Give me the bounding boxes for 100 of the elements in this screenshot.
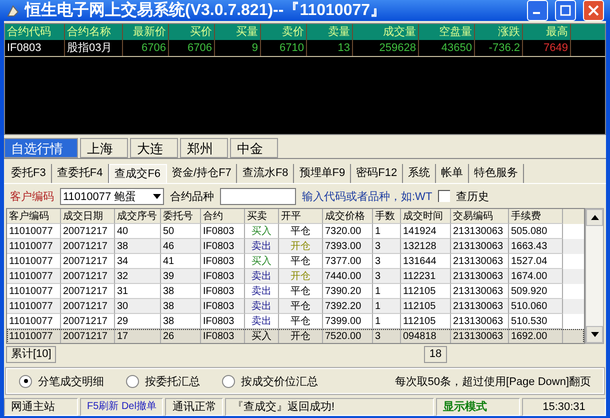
close-button[interactable] (583, 0, 604, 21)
table-cell: 7393.00 (323, 239, 373, 254)
market-tab[interactable]: 自选行情 (4, 138, 78, 158)
table-cell: 11010077 (7, 329, 61, 343)
column-header[interactable]: 买卖 (245, 209, 279, 224)
scroll-down-icon (590, 332, 598, 337)
table-cell: 11010077 (7, 299, 61, 314)
table-cell: IF0803 (201, 329, 245, 343)
quote-cell: 13 (307, 40, 353, 56)
market-tab[interactable]: 上海 (80, 138, 128, 158)
column-header[interactable]: 委托号 (161, 209, 201, 224)
column-header[interactable]: 成交价格 (323, 209, 373, 224)
customer-dropdown[interactable]: 11010077 鲍蛋 (60, 188, 164, 204)
market-tab[interactable]: 郑州 (180, 138, 228, 158)
trade-row[interactable]: 11010077 20071217 38 46 IF0803 卖出 开仓 7393.00 3 132128 213130063 1663.43 (7, 239, 584, 254)
column-header[interactable]: 客户编码 (7, 209, 61, 224)
customer-label: 客户编码 (10, 190, 54, 204)
function-tab[interactable]: 密码F12 (351, 164, 404, 183)
status-mode: 显示模式 (436, 398, 520, 416)
table-cell: 平仓 (279, 299, 323, 314)
close-icon (588, 5, 599, 16)
function-tab[interactable]: 查成交F6 (108, 164, 167, 183)
table-cell: IF0803 (201, 299, 245, 314)
mode-radio[interactable]: 按委托汇总 (126, 374, 200, 388)
trade-row[interactable]: 11010077 20071217 30 38 IF0803 卖出 平仓 7392.20 1 112105 213130063 510.060 (7, 299, 584, 314)
table-cell: 卖出 (245, 299, 279, 314)
function-tab[interactable]: 预埋单F9 (294, 164, 352, 183)
function-tab[interactable]: 特色服务 (469, 164, 524, 183)
quote-header: 涨跌 (475, 24, 523, 40)
minimize-button[interactable] (527, 0, 548, 21)
table-cell: 32 (115, 269, 161, 284)
market-tab[interactable]: 大连 (130, 138, 178, 158)
table-cell: IF0803 (201, 269, 245, 284)
table-cell: 1674.00 (509, 269, 563, 284)
table-cell: 7392.20 (323, 299, 373, 314)
function-tab[interactable]: 委托F3 (6, 164, 52, 183)
quote-cell: -736.2 (475, 40, 523, 56)
column-header[interactable]: 手数 (373, 209, 401, 224)
scrollbar[interactable] (585, 208, 604, 344)
column-header[interactable]: 成交时间 (401, 209, 451, 224)
quote-cell: IF0803 (5, 40, 65, 56)
table-cell: 510.060 (509, 299, 563, 314)
table-cell: 开仓 (279, 269, 323, 284)
table-cell: 11010077 (7, 239, 61, 254)
app-icon (6, 4, 20, 18)
status-site: 网通主站 (4, 398, 78, 416)
table-cell: 17 (115, 329, 161, 343)
table-cell: 30 (115, 299, 161, 314)
trade-row[interactable]: 11010077 20071217 32 39 IF0803 卖出 开仓 7440.00 3 112231 213130063 1674.00 (7, 269, 584, 284)
contract-input-field[interactable] (220, 188, 296, 204)
quote-header: 最新价 (123, 24, 169, 40)
quote-header: 合约代码 (5, 24, 65, 40)
table-cell: 112231 (401, 269, 451, 284)
paging-note: 每次取50条，超过使用[Page Down]翻页 (394, 374, 591, 388)
table-cell: 3 (373, 269, 401, 284)
table-cell: 1663.43 (509, 239, 563, 254)
quote-header: 卖量 (307, 24, 353, 40)
table-cell: 开仓 (279, 329, 323, 343)
column-header[interactable]: 合约 (201, 209, 245, 224)
function-tab[interactable]: 资金/持仓F7 (166, 164, 238, 183)
maximize-button[interactable] (555, 0, 576, 21)
status-connection: 通讯正常 (165, 398, 224, 416)
function-tab[interactable]: 帐单 (436, 164, 470, 183)
history-checkbox[interactable] (438, 190, 450, 202)
table-cell: 112105 (401, 299, 451, 314)
column-header[interactable]: 手续费 (509, 209, 563, 224)
trade-row[interactable]: 11010077 20071217 17 26 IF0803 买入 开仓 7520.00 3 094818 213130063 1692.00 (7, 329, 584, 343)
quote-cell: 259628 (353, 40, 419, 56)
table-cell: 开仓 (279, 239, 323, 254)
table-cell: 20071217 (61, 239, 115, 254)
mode-radio[interactable]: 按成交价位汇总 (222, 374, 318, 388)
table-cell: 132128 (401, 239, 451, 254)
table-cell: 46 (161, 239, 201, 254)
function-tab[interactable]: 系统 (403, 164, 436, 183)
contract-label: 合约品种 (170, 190, 214, 204)
table-cell: 卖出 (245, 239, 279, 254)
quote-header: 最高 (523, 24, 571, 40)
mode-radio[interactable]: 分笔成交明细 (19, 374, 104, 388)
table-cell: 094818 (401, 329, 451, 343)
column-header[interactable]: 开平 (279, 209, 323, 224)
quote-header: 买量 (215, 24, 261, 40)
window-title: 恒生电子网上交易系统(V3.0.7.821)--『11010077』 (25, 0, 388, 21)
quote-cell: 43650 (419, 40, 475, 56)
table-cell: 38 (161, 299, 201, 314)
function-tab[interactable]: 查流水F8 (237, 164, 294, 183)
total-lots: 18 (424, 346, 447, 362)
quote-cell: 6706 (169, 40, 215, 56)
quote-cell: 股指03月 (65, 40, 123, 56)
column-header[interactable]: 交易编码 (451, 209, 509, 224)
quote-header: 空盘量 (419, 24, 475, 40)
quote-header: 合约名称 (65, 24, 123, 40)
table-cell: 20071217 (61, 269, 115, 284)
status-keys: F5刷新 Del撤单 (80, 398, 164, 416)
column-header[interactable]: 成交序号 (115, 209, 161, 224)
market-tab[interactable]: 中金 (230, 138, 278, 158)
table-cell: 20071217 (61, 329, 115, 343)
table-cell: 213130063 (451, 239, 509, 254)
status-time: 15:30:31 (522, 398, 606, 416)
table-cell: 买入 (245, 329, 279, 343)
column-header[interactable]: 成交日期 (61, 209, 115, 224)
